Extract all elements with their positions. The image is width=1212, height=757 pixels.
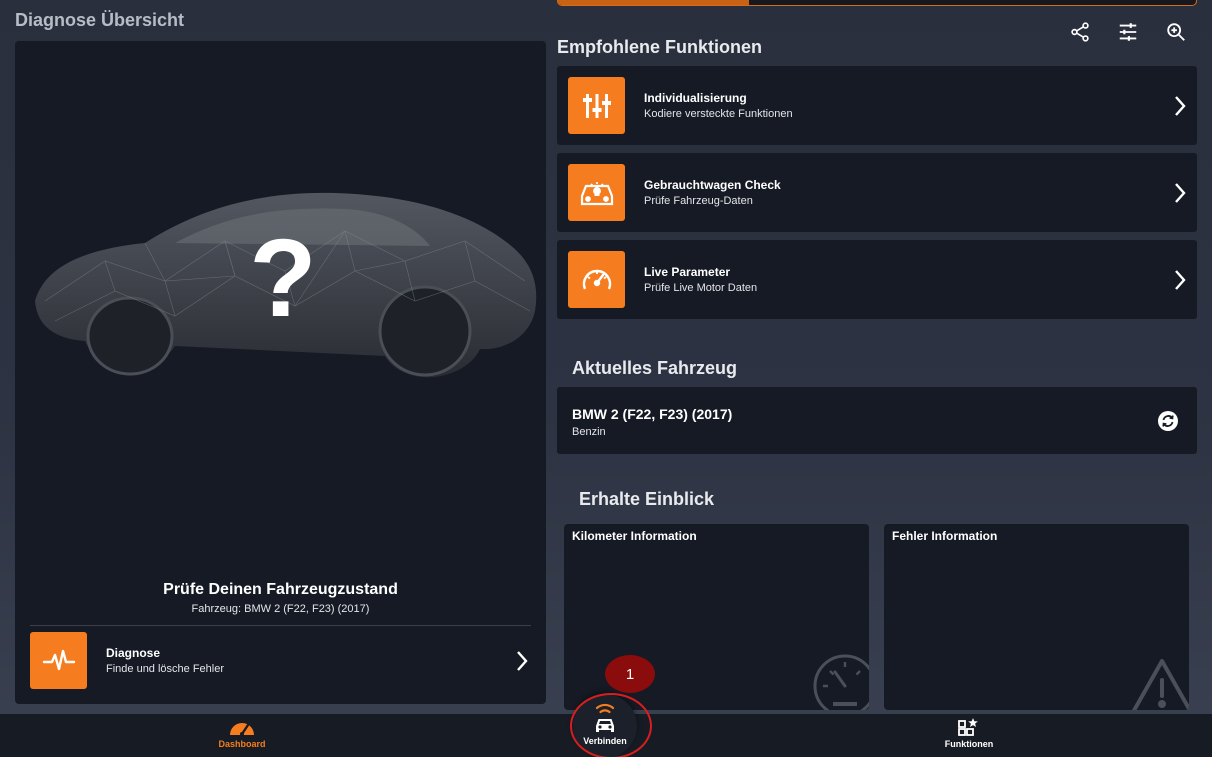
- share-button[interactable]: [1068, 20, 1092, 44]
- chevron-right-icon: [1175, 182, 1186, 203]
- current-vehicle-card: BMW 2 (F22, F23) (2017) Benzin: [557, 387, 1197, 454]
- progress-bar: [557, 0, 1197, 6]
- tune-icon: [1119, 23, 1137, 41]
- function-card-live-parameter[interactable]: Live Parameter Prüfe Live Motor Daten: [557, 240, 1197, 319]
- function-card-gebrauchtwagen[interactable]: Gebrauchtwagen Check Prüfe Fahrzeug-Date…: [557, 153, 1197, 232]
- function-card-individualisierung[interactable]: Individualisierung Kodiere versteckte Fu…: [557, 66, 1197, 145]
- function-title: Individualisierung: [644, 91, 747, 105]
- current-vehicle-title: Aktuelles Fahrzeug: [572, 358, 738, 378]
- car-lightbulb-icon: [568, 164, 625, 221]
- km-info-title: Kilometer Information: [572, 529, 697, 543]
- diagnose-title: Diagnose: [106, 646, 161, 660]
- progress-fill: [558, 0, 750, 5]
- annotation-badge: 1: [605, 655, 655, 693]
- divider: [30, 625, 531, 626]
- annotation-ring: [570, 693, 652, 757]
- car-silhouette-image: ?: [35, 192, 537, 378]
- page-title: Diagnose Übersicht: [15, 10, 185, 30]
- share-icon: [1071, 22, 1089, 42]
- diagnose-subtitle: Finde und lösche Fehler: [106, 663, 225, 675]
- check-title: Prüfe Deinen Fahrzeugzustand: [163, 581, 398, 598]
- dashboard-gauge-icon: [230, 723, 254, 736]
- vehicle-status-panel: ? Prüfe Deinen Fahrzeugzustand Fahrzeug:…: [15, 41, 546, 704]
- speedometer-icon: [813, 654, 869, 710]
- error-info-title: Fehler Information: [892, 529, 998, 543]
- check-vehicle-subtitle: Fahrzeug: BMW 2 (F22, F23) (2017): [191, 603, 370, 615]
- zoom-in-icon: [1167, 23, 1185, 41]
- filter-button[interactable]: [1116, 20, 1140, 44]
- change-vehicle-icon[interactable]: [1157, 410, 1179, 432]
- svg-text:?: ?: [249, 217, 316, 340]
- function-title: Live Parameter: [644, 265, 731, 279]
- toolbar: [1068, 20, 1188, 44]
- zoom-button[interactable]: [1164, 20, 1188, 44]
- error-info-card[interactable]: Fehler Information: [884, 524, 1189, 710]
- nav-functions[interactable]: Funktionen: [914, 714, 1024, 757]
- chevron-right-icon: [1175, 95, 1186, 116]
- warning-icon: [1131, 659, 1189, 710]
- pulse-icon: [30, 632, 87, 689]
- nav-functions-label: Funktionen: [944, 739, 994, 749]
- chevron-right-icon: [1175, 269, 1186, 290]
- function-title: Gebrauchtwagen Check: [644, 178, 781, 192]
- diagnose-button[interactable]: Diagnose Finde und lösche Fehler: [30, 632, 531, 689]
- recommended-title: Empfohlene Funktionen: [557, 37, 762, 57]
- function-subtitle: Prüfe Live Motor Daten: [644, 282, 758, 294]
- chevron-right-icon: [517, 650, 528, 671]
- apps-star-icon: [958, 718, 978, 736]
- function-subtitle: Prüfe Fahrzeug-Daten: [644, 195, 753, 207]
- function-subtitle: Kodiere versteckte Funktionen: [644, 108, 793, 120]
- insights-title: Erhalte Einblick: [579, 489, 715, 509]
- vehicle-fuel: Benzin: [572, 426, 606, 438]
- gauge-icon: [568, 251, 625, 308]
- nav-dashboard[interactable]: Dashboard: [187, 714, 297, 757]
- nav-dashboard-label: Dashboard: [218, 739, 266, 749]
- vehicle-name: BMW 2 (F22, F23) (2017): [572, 406, 733, 422]
- sliders-icon: [568, 77, 625, 134]
